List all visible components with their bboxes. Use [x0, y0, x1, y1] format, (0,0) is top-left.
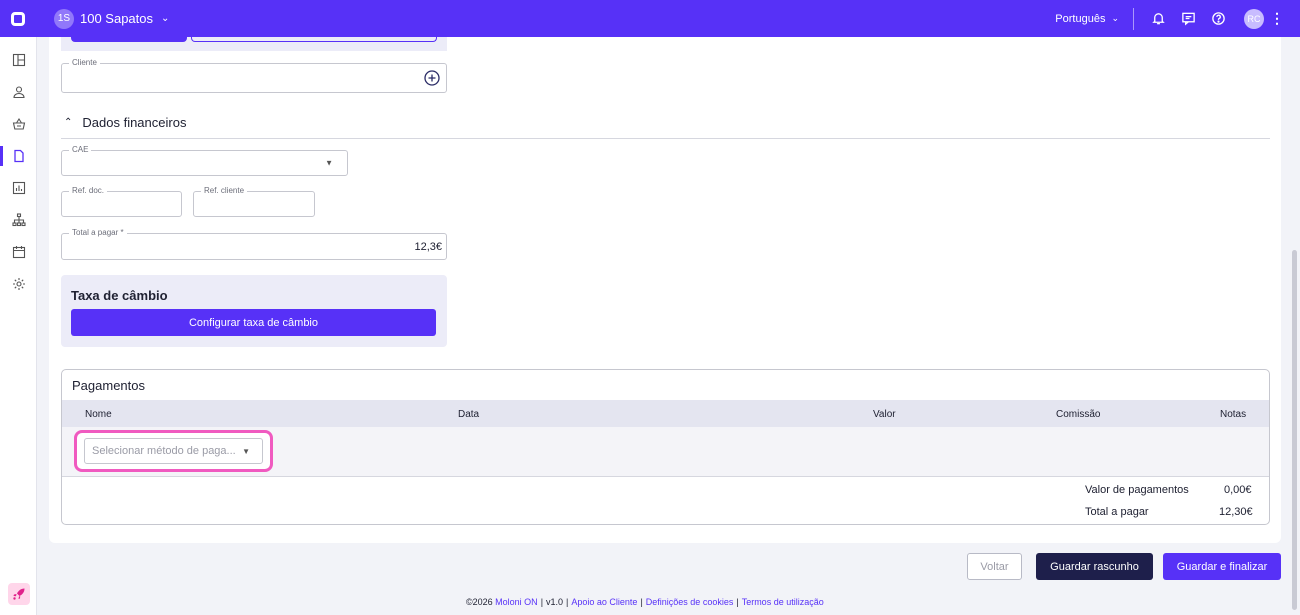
total-pagar-label: Total a pagar	[1085, 506, 1149, 518]
pagamentos-panel: Pagamentos Nome Data Valor Comissão Nota…	[61, 369, 1270, 525]
payment-method-placeholder: Selecionar método de paga...	[92, 445, 236, 457]
sidebar-item-settings[interactable]	[0, 268, 37, 300]
table-row: Selecionar método de paga... ▼	[62, 427, 1269, 477]
add-circle-icon[interactable]	[424, 70, 440, 86]
guardar-finalizar-button[interactable]: Guardar e finalizar	[1163, 553, 1281, 580]
contacts-icon	[12, 86, 25, 99]
caret-down-icon: ▼	[325, 158, 333, 168]
footer: ©2026 Moloni ON | v1.0 | Apoio ao Cliente | De…	[466, 597, 824, 607]
divider	[61, 138, 1270, 139]
sidebar-item-sales[interactable]	[0, 108, 37, 140]
section-dados-financeiros[interactable]: ⌃ Dados financeiros	[64, 115, 186, 130]
dashboard-icon	[12, 53, 25, 67]
cliente-label: Cliente	[69, 58, 100, 67]
cae-select[interactable]: CAE ▼	[61, 145, 348, 176]
taxa-cambio-title: Taxa de câmbio	[71, 288, 168, 303]
sidebar-item-structure[interactable]	[0, 204, 37, 236]
ref-doc-field[interactable]: Ref. doc.	[61, 186, 182, 217]
user-avatar[interactable]: RC	[1244, 8, 1264, 29]
total-a-pagar-field[interactable]: Total a pagar * 12,3€	[61, 228, 447, 260]
valor-pagamentos-label: Valor de pagamentos	[1085, 484, 1189, 496]
footer-termos-link[interactable]: Termos de utilização	[742, 597, 824, 607]
sidebar-item-calendar[interactable]	[0, 236, 37, 268]
basket-icon	[12, 117, 25, 130]
caret-down-icon: ▼	[242, 446, 250, 456]
sidebar-item-dashboard[interactable]	[0, 44, 37, 76]
company-name: 100 Sapatos	[80, 11, 154, 26]
payment-method-select[interactable]: Selecionar método de paga... ▼	[84, 438, 263, 464]
pagamentos-table-header: Nome Data Valor Comissão Notas	[62, 400, 1269, 427]
chevron-up-icon: ⌃	[64, 117, 73, 128]
highlight-ring: Selecionar método de paga... ▼	[74, 430, 273, 472]
chevron-down-icon: ⌄	[1111, 13, 1119, 23]
pagamentos-title: Pagamentos	[72, 378, 145, 393]
company-avatar: 1S	[54, 8, 74, 29]
sidebar	[0, 37, 37, 615]
chat-icon[interactable]	[1176, 7, 1200, 31]
language-selector[interactable]: Português ⌄	[1055, 13, 1119, 25]
divider	[1133, 7, 1134, 30]
sidebar-item-reports[interactable]	[0, 172, 37, 204]
footer-version: v1.0	[546, 597, 564, 607]
valor-pagamentos-value: 0,00€	[1224, 484, 1252, 496]
column-header-nome: Nome	[85, 409, 112, 420]
column-header-comissao: Comissão	[1056, 409, 1101, 420]
cae-label: CAE	[69, 145, 92, 154]
document-icon	[13, 149, 24, 163]
section-title-label: Dados financeiros	[82, 115, 187, 130]
footer-apoio-link[interactable]: Apoio ao Cliente	[571, 597, 637, 607]
ref-cliente-label: Ref. cliente	[201, 186, 248, 195]
configurar-taxa-button[interactable]: Configurar taxa de câmbio	[71, 309, 436, 336]
calendar-icon	[12, 246, 25, 259]
tab-inactive[interactable]	[191, 37, 437, 42]
settings-icon	[12, 278, 25, 290]
ref-doc-label: Ref. doc.	[69, 186, 108, 195]
sidebar-item-documents[interactable]	[0, 140, 37, 172]
column-header-data: Data	[458, 409, 480, 420]
hierarchy-icon	[11, 213, 26, 227]
app-logo[interactable]	[0, 0, 36, 37]
company-selector[interactable]: 1S 100 Sapatos ⌄	[54, 8, 170, 29]
total-a-pagar-value: 12,3€	[414, 240, 442, 253]
top-bar: 1S 100 Sapatos ⌄ Português ⌄ RC ⋮	[0, 0, 1300, 37]
footer-brand-link[interactable]: Moloni ON	[495, 597, 538, 607]
ref-cliente-field[interactable]: Ref. cliente	[193, 186, 315, 217]
language-label: Português	[1055, 12, 1106, 25]
guardar-rascunho-button[interactable]: Guardar rascunho	[1036, 553, 1153, 580]
voltar-button[interactable]: Voltar	[967, 553, 1022, 580]
rocket-icon[interactable]	[8, 583, 30, 605]
footer-cookies-link[interactable]: Definições de cookies	[646, 597, 734, 607]
reports-icon	[12, 181, 25, 195]
chevron-down-icon: ⌄	[161, 13, 170, 24]
tab-active[interactable]	[71, 37, 187, 42]
footer-copyright: ©2026	[466, 597, 493, 607]
scrollbar[interactable]	[1292, 250, 1297, 610]
taxa-cambio-panel: Taxa de câmbio Configurar taxa de câmbio	[61, 275, 447, 347]
bell-icon[interactable]	[1146, 7, 1170, 31]
kebab-menu-icon[interactable]: ⋮	[1270, 10, 1284, 27]
sidebar-item-contacts[interactable]	[0, 76, 37, 108]
column-header-valor: Valor	[873, 409, 896, 420]
total-pagar-value: 12,30€	[1219, 506, 1253, 518]
help-icon[interactable]	[1206, 7, 1230, 31]
cliente-field[interactable]: Cliente	[61, 58, 447, 93]
total-a-pagar-label: Total a pagar *	[69, 228, 127, 237]
column-header-notas: Notas	[1220, 409, 1247, 420]
